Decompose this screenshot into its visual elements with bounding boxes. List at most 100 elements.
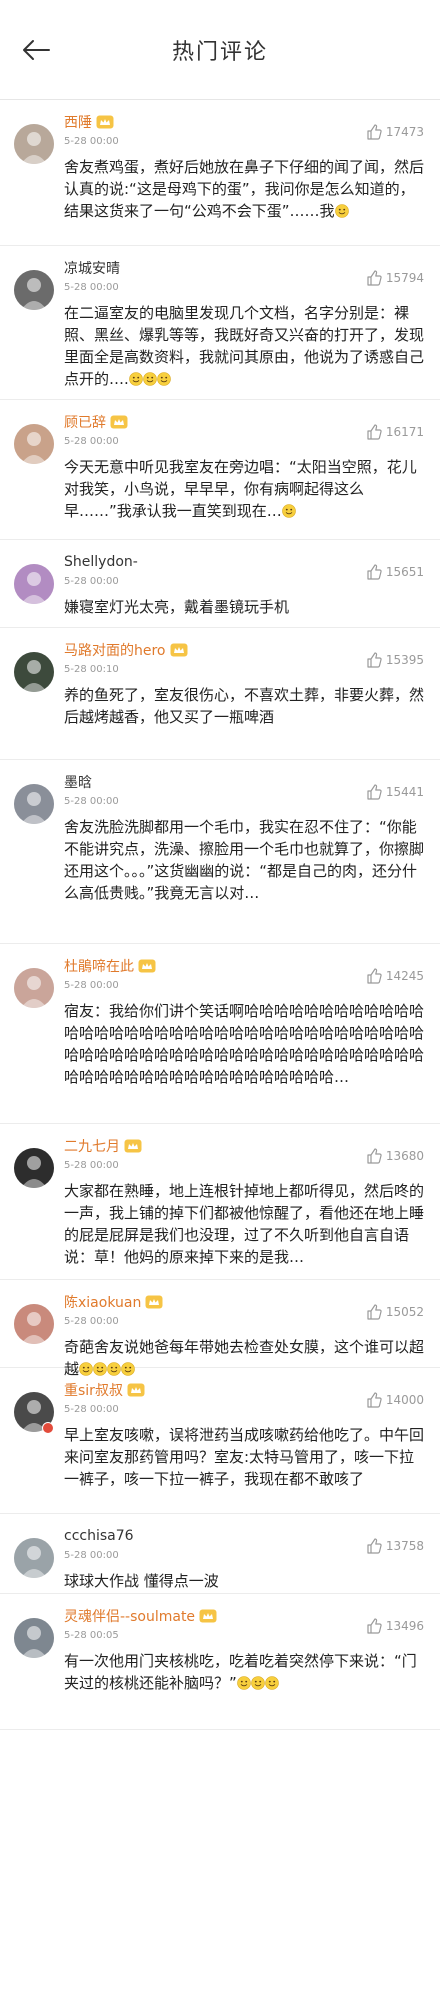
username[interactable]: 重sir叔叔 — [64, 1380, 123, 1400]
comment-text: 在二逼室友的电脑里发现几个文档，名字分别是：裸照、黑丝、爆乳等等，我既好奇又兴奋… — [64, 296, 424, 400]
like-button[interactable]: 13496 — [366, 1618, 424, 1634]
like-button[interactable]: 17473 — [366, 124, 424, 140]
like-count: 15395 — [385, 653, 424, 667]
like-count: 15794 — [385, 271, 424, 285]
comment-text: 嫌寝室灯光太亮，戴着墨镜玩手机 — [64, 590, 424, 628]
avatar[interactable] — [14, 124, 54, 164]
like-count: 17473 — [385, 125, 424, 139]
like-count: 14000 — [385, 1393, 424, 1407]
avatar[interactable] — [14, 968, 54, 1008]
comment-text: 宿友：我给你们讲个笑话啊哈哈哈哈哈哈哈哈哈哈哈哈哈哈哈哈哈哈哈哈哈哈哈哈哈哈哈哈… — [64, 994, 424, 1098]
comment-text-content: 大家都在熟睡，地上连根针掉地上都听得见，然后咚的一声，我上铺的掉下们都被他惊醒了… — [64, 1182, 425, 1266]
vip-crown-icon — [170, 643, 188, 657]
comment-item[interactable]: 墨晗 5-28 00:00 15441 舍友洗脸洗脚都用一个毛巾，我实在忍不住了：“你… — [0, 770, 440, 944]
comment-item[interactable]: 凉城安晴 5-28 00:00 15794 在二逼室友的电脑里发现几个文档，名字分别是… — [0, 256, 440, 400]
laugh-emoji-icon — [281, 502, 296, 518]
comment-item[interactable]: 二九七月 5-28 00:00 13680 大家都在熟睡，地上连根针掉地上都听得见，然… — [0, 1134, 440, 1280]
username[interactable]: ccchisa76 — [64, 1528, 134, 1544]
comment-text-content: 球球大作战 懂得点一波 — [64, 1572, 219, 1590]
thumbs-up-icon — [366, 270, 386, 286]
avatar[interactable] — [14, 424, 54, 464]
thumbs-up-icon — [366, 124, 386, 140]
avatar[interactable] — [14, 1148, 54, 1188]
comment-text: 大家都在熟睡，地上连根针掉地上都听得见，然后咚的一声，我上铺的掉下们都被他惊醒了… — [64, 1174, 424, 1278]
like-count: 14245 — [385, 969, 424, 983]
comment-text: 今天无意中听见我室友在旁边唱：“太阳当空照，花儿对我笑，小鸟说，早早早，你有病啊… — [64, 450, 424, 532]
top-bar: 热门评论 — [0, 0, 440, 100]
like-button[interactable]: 15441 — [366, 784, 424, 800]
comment-text-content: 舍友洗脸洗脚都用一个毛巾，我实在忍不住了：“你能不能讲究点，洗澡、擦脸用一个毛巾… — [64, 818, 425, 902]
avatar[interactable] — [14, 1304, 54, 1344]
username[interactable]: Shellydon- — [64, 554, 138, 570]
vip-crown-icon — [124, 1139, 142, 1153]
vip-crown-icon — [199, 1609, 217, 1623]
like-button[interactable]: 15052 — [366, 1304, 424, 1320]
vip-crown-icon — [145, 1295, 163, 1309]
like-count: 13680 — [385, 1149, 424, 1163]
comment-item[interactable]: 重sir叔叔 5-28 00:00 14000 早上室友咳嗽，误将泄药当成咳嗽药给他吃… — [0, 1378, 440, 1514]
laugh-emoji-icon — [250, 1674, 265, 1690]
username[interactable]: 墨晗 — [64, 772, 92, 792]
like-button[interactable]: 14000 — [366, 1392, 424, 1408]
avatar[interactable] — [14, 1538, 54, 1578]
laugh-emoji-icon — [79, 1360, 93, 1376]
like-count: 15651 — [385, 565, 424, 579]
username[interactable]: 马路对面的hero — [64, 640, 166, 660]
comment-text: 养的鱼死了，室友很伤心，不喜欢土葬，非要火葬，然后越烤越香，他又买了一瓶啤酒 — [64, 678, 424, 738]
username[interactable]: 陈xiaokuan — [64, 1292, 141, 1312]
comment-text-content: 养的鱼死了，室友很伤心，不喜欢土葬，非要火葬，然后越烤越香，他又买了一瓶啤酒 — [64, 686, 425, 726]
like-button[interactable]: 15651 — [366, 564, 424, 580]
like-count: 16171 — [385, 425, 424, 439]
vip-crown-icon — [96, 115, 114, 129]
laugh-emoji-icon — [334, 202, 349, 218]
username[interactable]: 灵魂伴侣--soulmate — [64, 1606, 195, 1626]
thumbs-up-icon — [366, 564, 386, 580]
thumbs-up-icon — [366, 1618, 386, 1634]
avatar[interactable] — [14, 652, 54, 692]
comment-text: 舍友煮鸡蛋，煮好后她放在鼻子下仔细的闻了闻，然后认真的说:“这是母鸡下的蛋”，我… — [64, 150, 424, 232]
like-count: 13758 — [385, 1539, 424, 1553]
comment-item[interactable]: Shellydon- 5-28 00:00 15651 嫌寝室灯光太亮，戴着墨镜玩手机 — [0, 550, 440, 628]
verified-badge-icon — [42, 1422, 54, 1434]
arrow-left-icon — [23, 40, 50, 60]
laugh-emoji-icon — [142, 370, 157, 386]
comment-item[interactable]: 灵魂伴侣--soulmate 5-28 00:05 13496 有一次他用门夹核桃吃，… — [0, 1604, 440, 1730]
like-button[interactable]: 15395 — [366, 652, 424, 668]
comment-text-content: 今天无意中听见我室友在旁边唱：“太阳当空照，花儿对我笑，小鸟说，早早早，你有病啊… — [64, 458, 417, 520]
back-button[interactable] — [16, 32, 56, 68]
comment-item[interactable]: 顾已辞 5-28 00:00 16171 今天无意中听见我室友在旁边唱：“太阳当空照，… — [0, 410, 440, 540]
laugh-emoji-icon — [107, 1360, 121, 1376]
comment-item[interactable]: 西陲 5-28 00:00 17473 舍友煮鸡蛋，煮好后她放在鼻子下仔细的闻了闻，然… — [0, 110, 440, 246]
comment-item[interactable]: 陈xiaokuan 5-28 00:00 15052 奇葩舍友说她爸每年带她去检查处女… — [0, 1290, 440, 1378]
username[interactable]: 二九七月 — [64, 1136, 120, 1156]
username[interactable]: 西陲 — [64, 112, 92, 132]
comment-text-content: 舍友煮鸡蛋，煮好后她放在鼻子下仔细的闻了闻，然后认真的说:“这是母鸡下的蛋”，我… — [64, 158, 425, 220]
thumbs-up-icon — [366, 1392, 386, 1408]
comment-text-content: 嫌寝室灯光太亮，戴着墨镜玩手机 — [64, 598, 290, 616]
thumbs-up-icon — [366, 968, 386, 984]
laugh-emoji-icon — [128, 370, 143, 386]
username[interactable]: 顾已辞 — [64, 412, 106, 432]
like-button[interactable]: 15794 — [366, 270, 424, 286]
avatar[interactable] — [14, 270, 54, 310]
comment-item[interactable]: 马路对面的hero 5-28 00:10 15395 养的鱼死了，室友很伤心，不喜欢土… — [0, 638, 440, 760]
like-button[interactable]: 13758 — [366, 1538, 424, 1554]
like-button[interactable]: 13680 — [366, 1148, 424, 1164]
comment-item[interactable]: ccchisa76 5-28 00:00 13758 球球大作战 懂得点一波 — [0, 1524, 440, 1594]
avatar[interactable] — [14, 564, 54, 604]
like-button[interactable]: 14245 — [366, 968, 424, 984]
laugh-emoji-icon — [121, 1360, 135, 1376]
vip-crown-icon — [127, 1383, 145, 1397]
username[interactable]: 凉城安晴 — [64, 258, 120, 278]
username[interactable]: 杜鵑啼在此 — [64, 956, 134, 976]
avatar[interactable] — [14, 1618, 54, 1658]
avatar[interactable] — [14, 784, 54, 824]
thumbs-up-icon — [366, 1304, 386, 1320]
comment-text: 球球大作战 懂得点一波 — [64, 1564, 424, 1602]
like-count: 15052 — [385, 1305, 424, 1319]
thumbs-up-icon — [366, 1538, 386, 1554]
comment-text-content: 在二逼室友的电脑里发现几个文档，名字分别是：裸照、黑丝、爆乳等等，我既好奇又兴奋… — [64, 304, 425, 388]
like-button[interactable]: 16171 — [366, 424, 424, 440]
comment-item[interactable]: 杜鵑啼在此 5-28 00:00 14245 宿友：我给你们讲个笑话啊哈哈哈哈哈哈哈哈… — [0, 954, 440, 1124]
thumbs-up-icon — [366, 424, 386, 440]
